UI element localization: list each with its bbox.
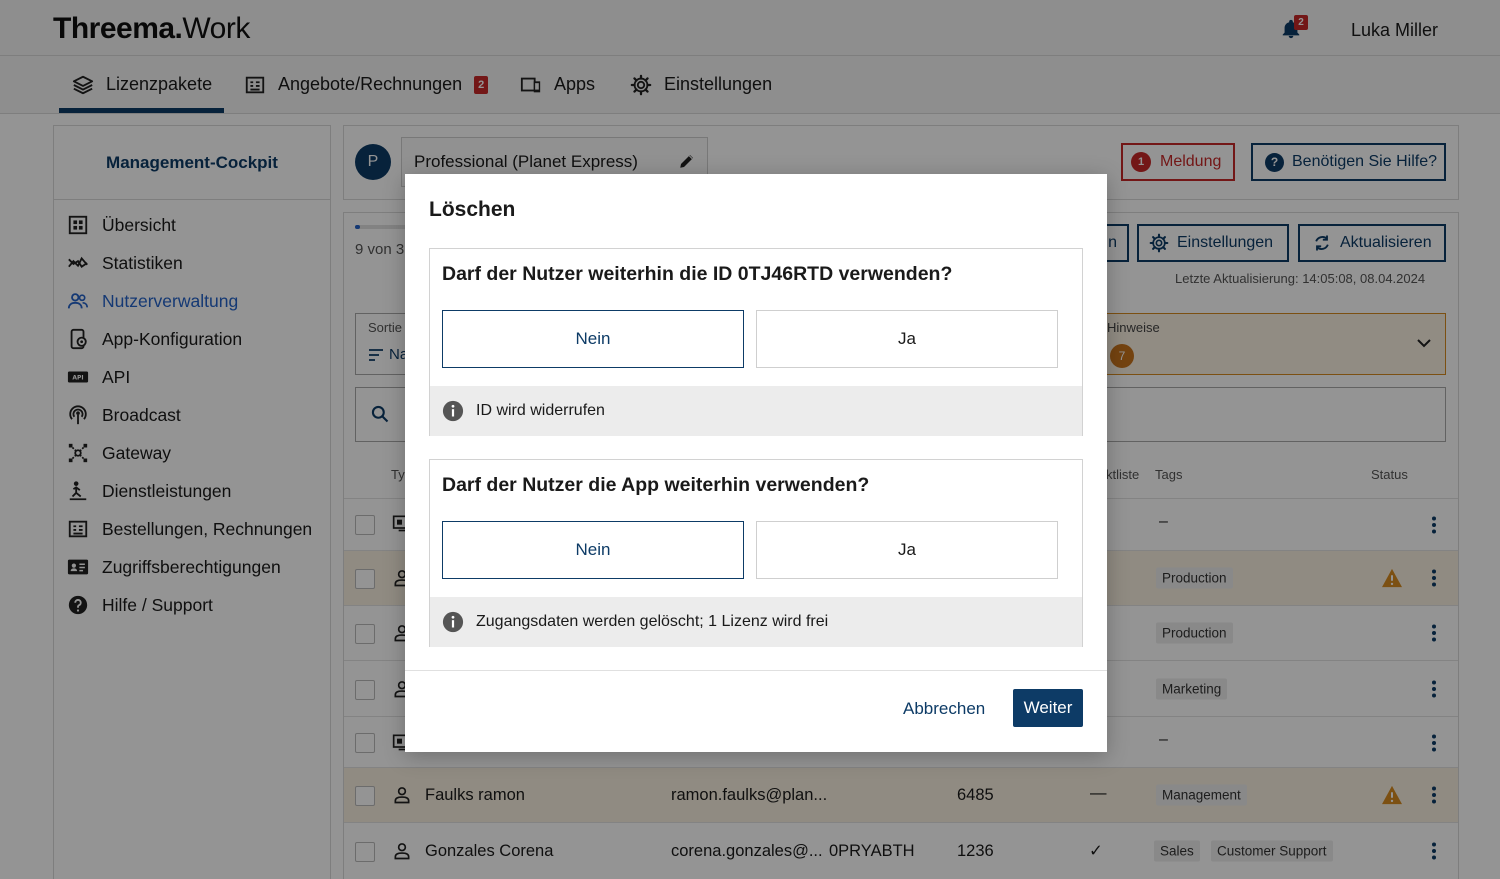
delete-dialog: Löschen Darf der Nutzer weiterhin die ID… — [405, 174, 1107, 752]
option-nein[interactable]: Nein — [442, 521, 744, 579]
option-ja[interactable]: Ja — [756, 521, 1058, 579]
note-text: ID wird widerrufen — [476, 402, 605, 419]
next-button[interactable]: Weiter — [1013, 689, 1083, 727]
question-card-app: Darf der Nutzer die App weiterhin verwen… — [429, 459, 1083, 647]
dialog-divider — [405, 670, 1107, 671]
option-nein[interactable]: Nein — [442, 310, 744, 368]
option-ja[interactable]: Ja — [756, 310, 1058, 368]
note-text: Zugangsdaten werden gelöscht; 1 Lizenz w… — [476, 613, 829, 630]
dialog-title: Löschen — [429, 198, 516, 221]
question-card-id: Darf der Nutzer weiterhin die ID 0TJ46RT… — [429, 248, 1083, 436]
question-text: Darf der Nutzer weiterhin die ID 0TJ46RT… — [442, 263, 953, 285]
question-text: Darf der Nutzer die App weiterhin verwen… — [442, 474, 870, 496]
info-icon — [442, 611, 464, 633]
question-note: Zugangsdaten werden gelöscht; 1 Lizenz w… — [430, 597, 1082, 647]
cancel-button[interactable]: Abbrechen — [903, 690, 985, 728]
info-icon — [442, 400, 464, 422]
question-note: ID wird widerrufen — [430, 386, 1082, 436]
